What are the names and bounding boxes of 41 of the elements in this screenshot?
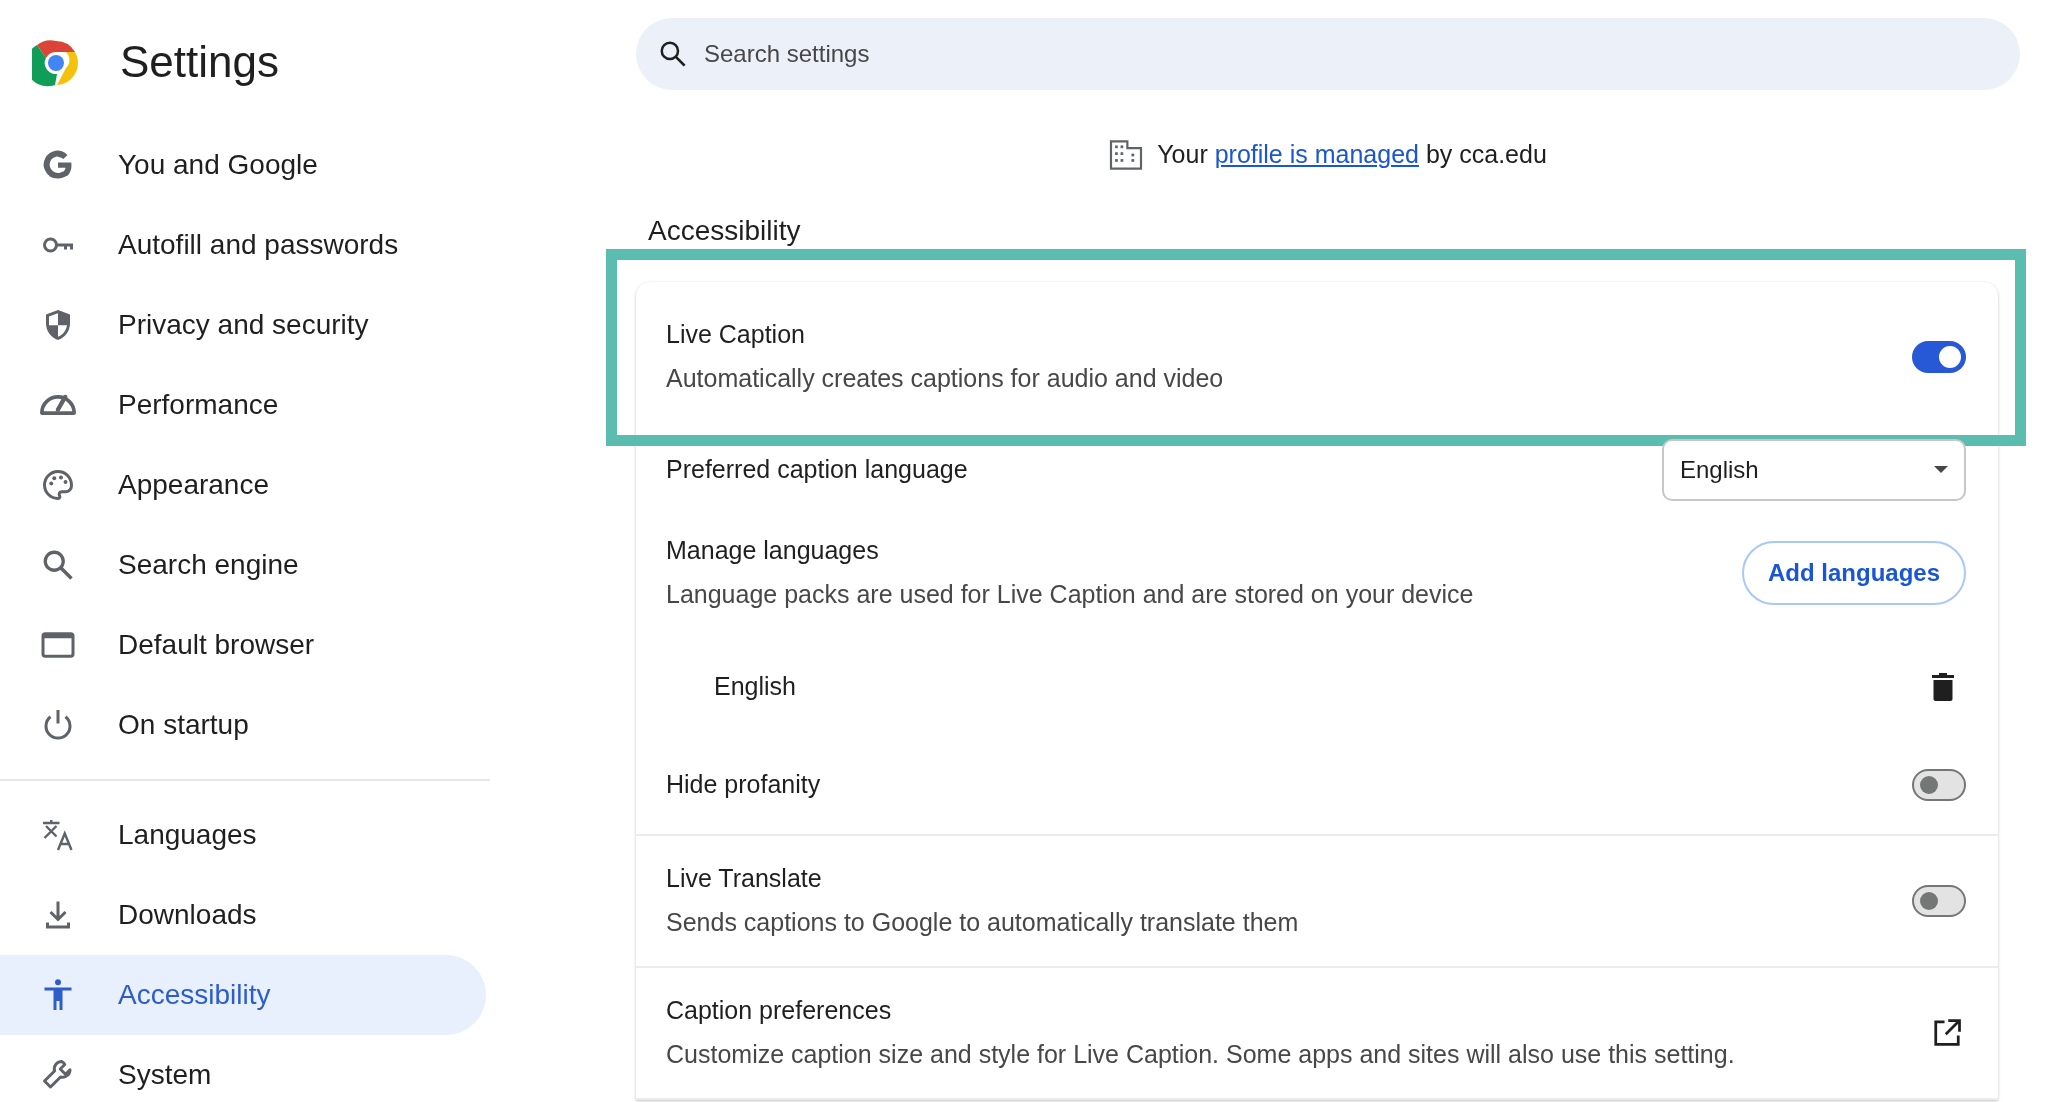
sidebar-item[interactable]: Default browser [0, 605, 486, 685]
setting-title: Caption preferences [666, 995, 893, 1026]
sidebar-item[interactable]: Privacy and security [0, 285, 486, 365]
profile-link[interactable]: profile is managed [1214, 140, 1419, 168]
setting-title: English [714, 670, 797, 702]
setting-description: Customize caption size and style for Live Caption. Some apps and sites will also use this setting. [666, 1038, 1736, 1070]
toggle-switch[interactable] [1912, 884, 1966, 917]
setting-description: Language packs are used for Live Caption and are stored on your device [666, 578, 1475, 610]
sidebar-item[interactable]: System [0, 1035, 486, 1102]
setting-description: Sends captions to Google to automatically translate them [666, 906, 1300, 938]
translate-icon [40, 817, 76, 853]
sidebar-item[interactable]: You and Google [0, 125, 486, 205]
managed-notice: Your profile is managed by cca.edu [1157, 139, 1547, 170]
add-languages-button[interactable]: Add languages [1741, 540, 1966, 605]
sidebar-item[interactable]: Performance [0, 365, 486, 445]
speedometer-icon [40, 394, 76, 416]
dropdown-caret-icon [1934, 465, 1948, 474]
sidebar-item[interactable]: Accessibility [0, 955, 486, 1035]
sidebar-item[interactable]: Languages [0, 795, 486, 875]
sidebar-item[interactable]: Downloads [0, 875, 486, 955]
section-title: Accessibility [648, 213, 802, 248]
sidebar-item[interactable]: Appearance [0, 445, 486, 525]
external-link-icon[interactable] [1932, 1017, 1962, 1048]
building-icon [1109, 139, 1144, 170]
setting-title: Preferred caption language [666, 453, 969, 485]
setting-description: Automatically creates captions for audio and video [666, 362, 1225, 394]
sidebar-item[interactable]: Autofill and passwords [0, 205, 486, 285]
trash-icon[interactable] [1932, 672, 1954, 701]
toggle-switch[interactable] [1912, 768, 1966, 801]
palette-icon [40, 467, 76, 503]
page-title: Settings [120, 36, 279, 89]
setting-title: Manage languages [666, 535, 880, 566]
toggle-switch[interactable] [1912, 340, 1966, 373]
setting-title: Hide profanity [666, 768, 822, 800]
search-field[interactable]: Search settings [636, 18, 2020, 90]
sidebar-item[interactable]: On startup [0, 685, 486, 765]
sidebar-item[interactable]: Search engine [0, 525, 486, 605]
browser-logo-icon [32, 38, 80, 87]
setting-title: Live Translate [666, 863, 823, 894]
setting-title: Live Caption [666, 319, 806, 350]
language-dropdown[interactable]: English [1662, 438, 1966, 501]
